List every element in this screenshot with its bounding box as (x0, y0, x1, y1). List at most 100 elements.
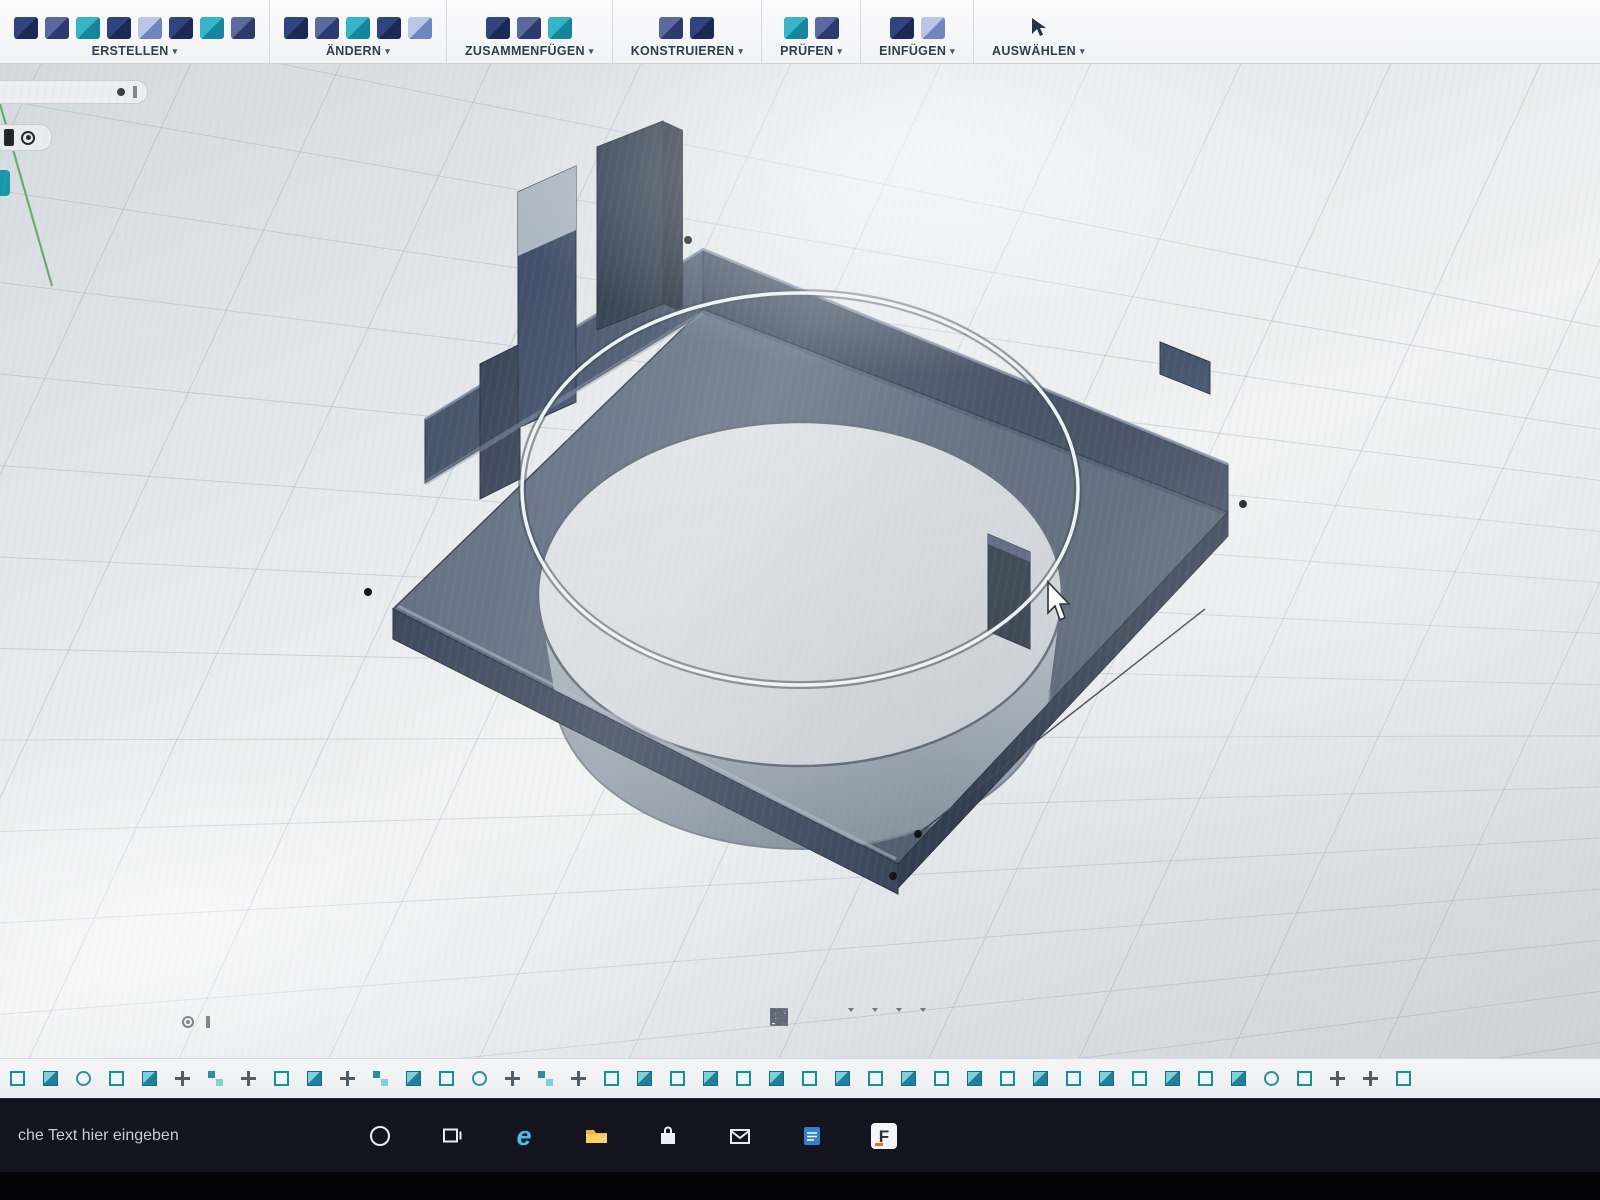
timeline-item-body[interactable] (703, 1071, 718, 1086)
inspect-measure-icon[interactable] (784, 17, 808, 39)
timeline-item-body[interactable] (1165, 1071, 1180, 1086)
menu-aendern[interactable]: ÄNDERN ▾ (322, 42, 394, 60)
timeline-item-move[interactable] (241, 1071, 256, 1086)
timeline-item-sketch[interactable] (1066, 1071, 1081, 1086)
fusion-360-icon[interactable]: F (870, 1122, 898, 1150)
timeline-item-pair[interactable] (373, 1071, 388, 1086)
menu-auswaehlen[interactable]: AUSWÄHLEN ▾ (988, 42, 1089, 60)
create-extrude-icon[interactable] (107, 17, 131, 39)
insert-svg-icon[interactable] (921, 17, 945, 39)
timeline-item-move[interactable] (175, 1071, 190, 1086)
viewport-3d[interactable] (0, 64, 1600, 1058)
timeline-pause-icon[interactable] (206, 1016, 210, 1028)
inspect-section-icon[interactable] (815, 17, 839, 39)
timeline-item-sketch[interactable] (670, 1071, 685, 1086)
palette-tab[interactable] (0, 170, 10, 196)
create-sweep-icon[interactable] (169, 17, 193, 39)
timeline-item-move[interactable] (340, 1071, 355, 1086)
modify-shell-icon[interactable] (315, 17, 339, 39)
model-tab-small[interactable] (480, 344, 520, 499)
timeline-item-sketch[interactable] (868, 1071, 883, 1086)
timeline-item-sketch[interactable] (604, 1071, 619, 1086)
create-sketch-icon[interactable] (76, 17, 100, 39)
timeline-item-sketch[interactable] (934, 1071, 949, 1086)
origin-target-icon[interactable] (21, 131, 35, 145)
timeline-item-body[interactable] (1099, 1071, 1114, 1086)
timeline-item-body[interactable] (967, 1071, 982, 1086)
timeline-item-sketch[interactable] (736, 1071, 751, 1086)
origin-collapsed-bar[interactable] (0, 124, 52, 151)
fit-button[interactable] (846, 1006, 856, 1014)
timeline-item-sketch[interactable] (1297, 1071, 1312, 1086)
cortana-icon[interactable] (366, 1122, 394, 1150)
timeline-marker-icon[interactable] (182, 1016, 194, 1028)
timeline-item-body[interactable] (142, 1071, 157, 1086)
assemble-rigid-group-icon[interactable] (548, 17, 572, 39)
model-tab-right[interactable] (1160, 342, 1210, 394)
create-loft-icon[interactable] (200, 17, 224, 39)
look-at-button[interactable] (792, 1008, 796, 1012)
timeline-item-ring[interactable] (76, 1071, 91, 1086)
assemble-joint-icon[interactable] (517, 17, 541, 39)
viewports-button[interactable] (918, 1006, 928, 1014)
timeline-item-sketch[interactable] (802, 1071, 817, 1086)
mail-icon[interactable] (726, 1122, 754, 1150)
create-revolve-icon[interactable] (138, 17, 162, 39)
construct-plane-icon[interactable] (659, 17, 683, 39)
store-icon[interactable] (654, 1122, 682, 1150)
grid-button[interactable] (894, 1006, 904, 1014)
assemble-new-component-icon[interactable] (486, 17, 510, 39)
timeline-item-pair[interactable] (538, 1071, 553, 1086)
timeline-item-ring[interactable] (1264, 1071, 1279, 1086)
vertex-point[interactable] (684, 236, 692, 244)
edge-icon[interactable]: e (510, 1122, 538, 1150)
timeline-item-body[interactable] (637, 1071, 652, 1086)
timeline-item-body[interactable] (406, 1071, 421, 1086)
display-settings-button[interactable] (870, 1006, 880, 1014)
timeline-item-body[interactable] (43, 1071, 58, 1086)
timeline-item-sketch[interactable] (1000, 1071, 1015, 1086)
chevron-down-icon[interactable] (920, 1008, 926, 1012)
timeline-item-body[interactable] (901, 1071, 916, 1086)
timeline-item-move[interactable] (571, 1071, 586, 1086)
taskbar-search-input[interactable]: che Text hier eingeben (18, 1099, 179, 1173)
panel-tab-icon[interactable] (4, 129, 14, 146)
menu-pruefen[interactable]: PRÜFEN ▾ (776, 42, 846, 60)
chevron-down-icon[interactable] (848, 1008, 854, 1012)
timeline-item-body[interactable] (835, 1071, 850, 1086)
zoom-button[interactable] (828, 1008, 832, 1012)
fan-hole-opening[interactable] (538, 422, 1062, 766)
timeline-item-sketch[interactable] (10, 1071, 25, 1086)
vertex-point[interactable] (889, 872, 897, 880)
timeline-item-sketch[interactable] (1132, 1071, 1147, 1086)
construct-axis-icon[interactable] (690, 17, 714, 39)
timeline-item-move[interactable] (1363, 1071, 1378, 1086)
create-hole-icon[interactable] (231, 17, 255, 39)
model-tab-tall[interactable] (597, 121, 663, 330)
browser-collapsed-bar[interactable] (0, 80, 148, 104)
modify-press-pull-icon[interactable] (377, 17, 401, 39)
vertex-point[interactable] (364, 588, 372, 596)
vertex-point[interactable] (1239, 500, 1247, 508)
office-doc-icon[interactable] (798, 1122, 826, 1150)
insert-mesh-icon[interactable] (890, 17, 914, 39)
file-explorer-icon[interactable] (582, 1122, 610, 1150)
task-view-icon[interactable] (438, 1122, 466, 1150)
timeline-item-pair[interactable] (208, 1071, 223, 1086)
timeline-item-sketch[interactable] (1198, 1071, 1213, 1086)
timeline-item-body[interactable] (1231, 1071, 1246, 1086)
create-cylinder-icon[interactable] (45, 17, 69, 39)
pan-button[interactable] (810, 1008, 814, 1012)
fan-mount-model[interactable] (364, 121, 1247, 894)
select-cursor-icon[interactable] (1026, 15, 1050, 39)
modify-combine-icon[interactable] (346, 17, 370, 39)
menu-einfuegen[interactable]: EINFÜGEN ▾ (875, 42, 959, 60)
modify-scale-icon[interactable] (408, 17, 432, 39)
chevron-down-icon[interactable] (896, 1008, 902, 1012)
timeline-item-move[interactable] (1330, 1071, 1345, 1086)
timeline-item-body[interactable] (769, 1071, 784, 1086)
timeline-item-sketch[interactable] (274, 1071, 289, 1086)
menu-erstellen[interactable]: ERSTELLEN ▾ (88, 42, 182, 60)
chevron-down-icon[interactable] (872, 1008, 878, 1012)
modify-fillet-icon[interactable] (284, 17, 308, 39)
